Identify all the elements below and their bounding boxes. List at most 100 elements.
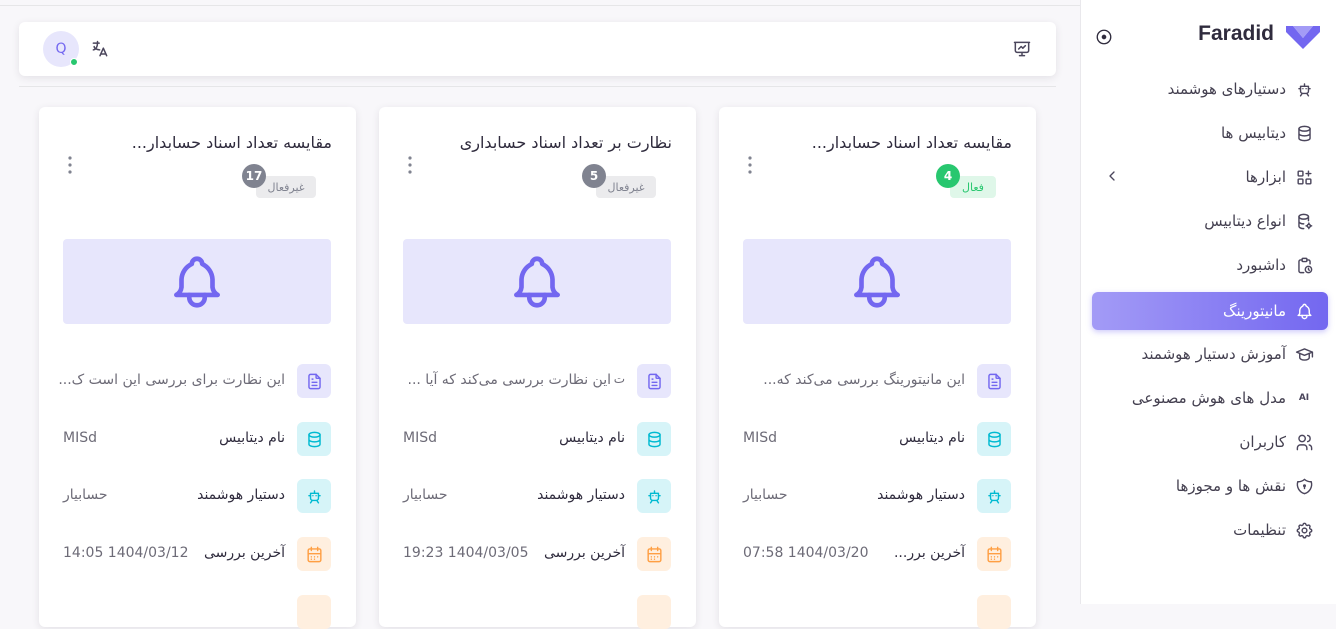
description-row: ت این نظارت بررسی می‌کند که آیا ... (403, 364, 671, 398)
assistant-label: دستیار هوشمند (197, 487, 285, 503)
database-row: نام دیتابیس MISd (63, 422, 331, 456)
robot-icon (977, 479, 1011, 513)
bell-icon (846, 251, 908, 313)
assistant-label: دستیار هوشمند (877, 487, 965, 503)
assistant-row: دستیار هوشمند حسابیار (63, 479, 331, 513)
calendar-icon (637, 537, 671, 571)
more-vertical-icon[interactable] (67, 155, 73, 175)
sidebar-item-label: انواع دیتابیس (1204, 212, 1286, 230)
ai-icon: AI (1298, 393, 1310, 403)
monitor-card[interactable]: نظارت بر تعداد اسناد حسابداری غیرفعال 5 … (379, 107, 696, 629)
graduation-cap-icon (1295, 345, 1314, 364)
sidebar-item-icon-wrap (1294, 520, 1314, 540)
monitor-card[interactable]: مقایسه تعداد اسناد حسابدار... غیرفعال 17… (39, 107, 356, 629)
sidebar-item-label: داشبورد (1236, 256, 1286, 274)
sidebar-item-icon-wrap (1294, 432, 1314, 452)
apps-plus-icon (1295, 168, 1314, 187)
assistant-value: حسابیار (63, 487, 108, 503)
assistant-row: دستیار هوشمند حسابیار (403, 479, 671, 513)
count-badge: 17 (242, 164, 266, 188)
assistant-row: دستیار هوشمند حسابیار (743, 479, 1011, 513)
database-icon (637, 422, 671, 456)
description-mark: ت (613, 372, 625, 386)
sidebar-item-label: نقش ها و مجوزها (1175, 477, 1286, 495)
count-badge: 5 (582, 164, 606, 188)
sidebar-item-icon-wrap (1294, 211, 1314, 231)
chevron-left-icon (1109, 171, 1115, 181)
sidebar-item-label: آموزش دستیار هوشمند (1141, 345, 1286, 363)
bell-icon (166, 251, 228, 313)
file-text-icon (297, 364, 331, 398)
last-check-label: آخرین برر... (893, 545, 965, 561)
clipboard-clock-icon (1295, 256, 1314, 275)
sidebar-item-icon-wrap (1294, 255, 1314, 275)
brand: Faradid (1081, 0, 1336, 72)
sidebar-item-0[interactable]: دستیارهای هوشمند (1092, 70, 1328, 108)
database-row: نام دیتابیس MISd (403, 422, 671, 456)
sidebar-item-label: دستیارهای هوشمند (1167, 80, 1286, 98)
user-avatar[interactable]: Q (43, 31, 79, 67)
sidebar-item-label: دیتابیس ها (1220, 124, 1286, 142)
last-check-label: آخرین بررسی (543, 545, 625, 561)
calendar-icon (297, 537, 331, 571)
sidebar-item-2[interactable]: ابزارها (1092, 158, 1328, 196)
sidebar-item-icon-wrap (1294, 301, 1314, 321)
more-vertical-icon[interactable] (747, 155, 753, 175)
assistant-label: دستیار هوشمند (537, 487, 625, 503)
sidebar-item-4[interactable]: داشبورد (1092, 246, 1328, 284)
database-icon (297, 422, 331, 456)
sidebar-item-9[interactable]: نقش ها و مجوزها (1092, 467, 1328, 505)
sidebar-toggle-icon[interactable] (1095, 28, 1113, 46)
database-value: MISd (403, 430, 437, 446)
sidebar-item-label: ابزارها (1245, 168, 1286, 186)
top-navbar: Q (19, 22, 1056, 76)
sidebar-item-icon-wrap (1294, 476, 1314, 496)
sidebar-item-7[interactable]: AI مدل های هوش مصنوعی (1092, 379, 1328, 417)
users-icon (1295, 433, 1314, 452)
brand-name: Faradid (1198, 22, 1274, 45)
language-icon[interactable] (90, 39, 110, 59)
robot-icon (1295, 80, 1314, 99)
bell-icon (1295, 302, 1314, 321)
card-description: این نظارت بررسی می‌کند که آیا ... (407, 372, 612, 388)
card-banner (403, 239, 671, 324)
sidebar-item-icon-wrap (1294, 123, 1314, 143)
sidebar-item-label: مانیتورینگ (1223, 302, 1286, 320)
card-description: این مانیتورینگ بررسی می‌کند که... (763, 372, 965, 388)
database-icon (1295, 124, 1314, 143)
database-label: نام دیتابیس (899, 430, 965, 446)
sidebar-item-1[interactable]: دیتابیس ها (1092, 114, 1328, 152)
sidebar-item-6[interactable]: آموزش دستیار هوشمند (1092, 335, 1328, 373)
database-cog-icon (1295, 212, 1314, 231)
sidebar-item-5[interactable]: مانیتورینگ (1092, 292, 1328, 330)
monitor-card[interactable]: مقایسه تعداد اسناد حسابدار... فعال 4 این… (719, 107, 1036, 629)
last-check-row: آخرین برر... 07:58 1404/03/20 (743, 537, 1011, 571)
description-row: این نظارت برای بررسی این است ک... (58, 364, 331, 398)
assistant-value: حسابیار (403, 487, 448, 503)
card-title: مقایسه تعداد اسناد حسابدار... (811, 133, 1012, 152)
calendar-icon (637, 595, 671, 629)
more-vertical-icon[interactable] (407, 155, 413, 175)
shield-icon (1295, 477, 1314, 496)
sidebar-item-icon-wrap (1294, 79, 1314, 99)
file-text-icon (637, 364, 671, 398)
calendar-icon (977, 595, 1011, 629)
sidebar-item-3[interactable]: انواع دیتابیس (1092, 202, 1328, 240)
extra-row (403, 595, 671, 629)
presentation-icon[interactable] (1012, 39, 1032, 59)
extra-row (63, 595, 331, 629)
card-banner (63, 239, 331, 324)
card-banner (743, 239, 1011, 324)
sidebar-item-8[interactable]: کاربران (1092, 423, 1328, 461)
bell-icon (506, 251, 568, 313)
last-check-value: 07:58 1404/03/20 (743, 545, 869, 561)
sidebar-item-label: تنظیمات (1233, 521, 1286, 539)
sidebar-item-icon-wrap: AI (1294, 388, 1314, 408)
count-badge: 4 (936, 164, 960, 188)
brand-logo-icon (1286, 26, 1320, 49)
card-title: نظارت بر تعداد اسناد حسابداری (459, 133, 672, 152)
avatar-letter: Q (55, 41, 67, 57)
sidebar-item-10[interactable]: تنظیمات (1092, 511, 1328, 549)
calendar-icon (977, 537, 1011, 571)
file-text-icon (977, 364, 1011, 398)
